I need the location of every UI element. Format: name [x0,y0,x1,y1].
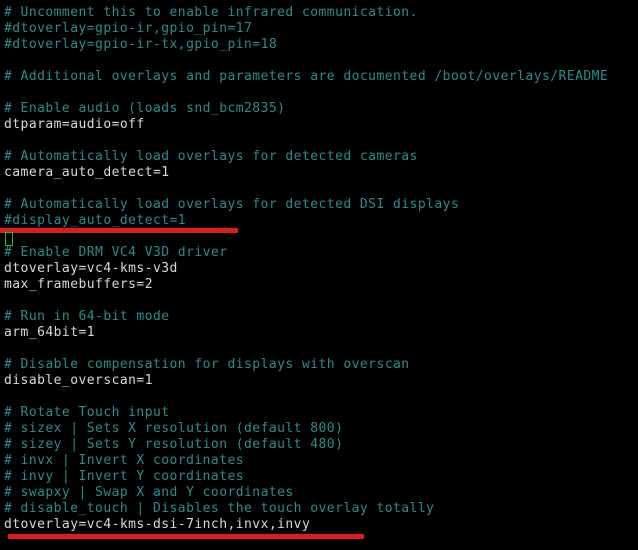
code-line[interactable]: # Disable compensation for displays with… [4,357,638,373]
code-line[interactable]: arm_64bit=1 [4,325,638,341]
code-line[interactable]: # Rotate Touch input [4,405,638,421]
code-line[interactable]: #display_auto_detect=1 [4,213,638,229]
code-line[interactable]: max_framebuffers=2 [4,277,638,293]
code-line[interactable]: # Enable DRM VC4 V3D driver [4,245,638,261]
code-line[interactable]: # Run in 64-bit mode [4,309,638,325]
code-line[interactable]: dtparam=audio=off [4,117,638,133]
code-line[interactable]: dtoverlay=vc4-kms-dsi-7inch,invx,invy [4,517,638,533]
code-line[interactable]: # invx | Invert X coordinates [4,453,638,469]
code-line-blank[interactable] [4,133,638,149]
code-line[interactable]: # Enable audio (loads snd_bcm2835) [4,101,638,117]
text-cursor-block-icon [5,232,13,246]
annotation-underline-display-auto-detect [0,228,238,233]
code-line[interactable]: # disable_touch | Disables the touch ove… [4,501,638,517]
code-line[interactable]: # sizex | Sets X resolution (default 800… [4,421,638,437]
config-file-text-area[interactable]: # Uncomment this to enable infrared comm… [0,0,638,550]
code-line[interactable]: disable_overscan=1 [4,373,638,389]
annotation-underline-dtoverlay-dsi [8,534,364,539]
code-line-blank[interactable] [4,53,638,69]
code-line[interactable]: # Additional overlays and parameters are… [4,69,638,85]
terminal-window[interactable]: # Uncomment this to enable infrared comm… [0,0,638,550]
code-line-blank[interactable] [4,181,638,197]
code-line[interactable]: # sizey | Sets Y resolution (default 480… [4,437,638,453]
code-line[interactable]: #dtoverlay=gpio-ir-tx,gpio_pin=18 [4,37,638,53]
code-line-blank[interactable] [4,293,638,309]
code-line[interactable]: # Uncomment this to enable infrared comm… [4,5,638,21]
code-line[interactable]: camera_auto_detect=1 [4,165,638,181]
code-line[interactable]: # Automatically load overlays for detect… [4,149,638,165]
code-line[interactable]: # invy | Invert Y coordinates [4,469,638,485]
code-line[interactable]: # swapxy | Swap X and Y coordinates [4,485,638,501]
code-line-blank[interactable] [4,389,638,405]
code-line-blank[interactable] [4,341,638,357]
code-line-blank[interactable] [4,85,638,101]
code-line[interactable]: #dtoverlay=gpio-ir,gpio_pin=17 [4,21,638,37]
code-line[interactable]: dtoverlay=vc4-kms-v3d [4,261,638,277]
code-line[interactable]: # Automatically load overlays for detect… [4,197,638,213]
